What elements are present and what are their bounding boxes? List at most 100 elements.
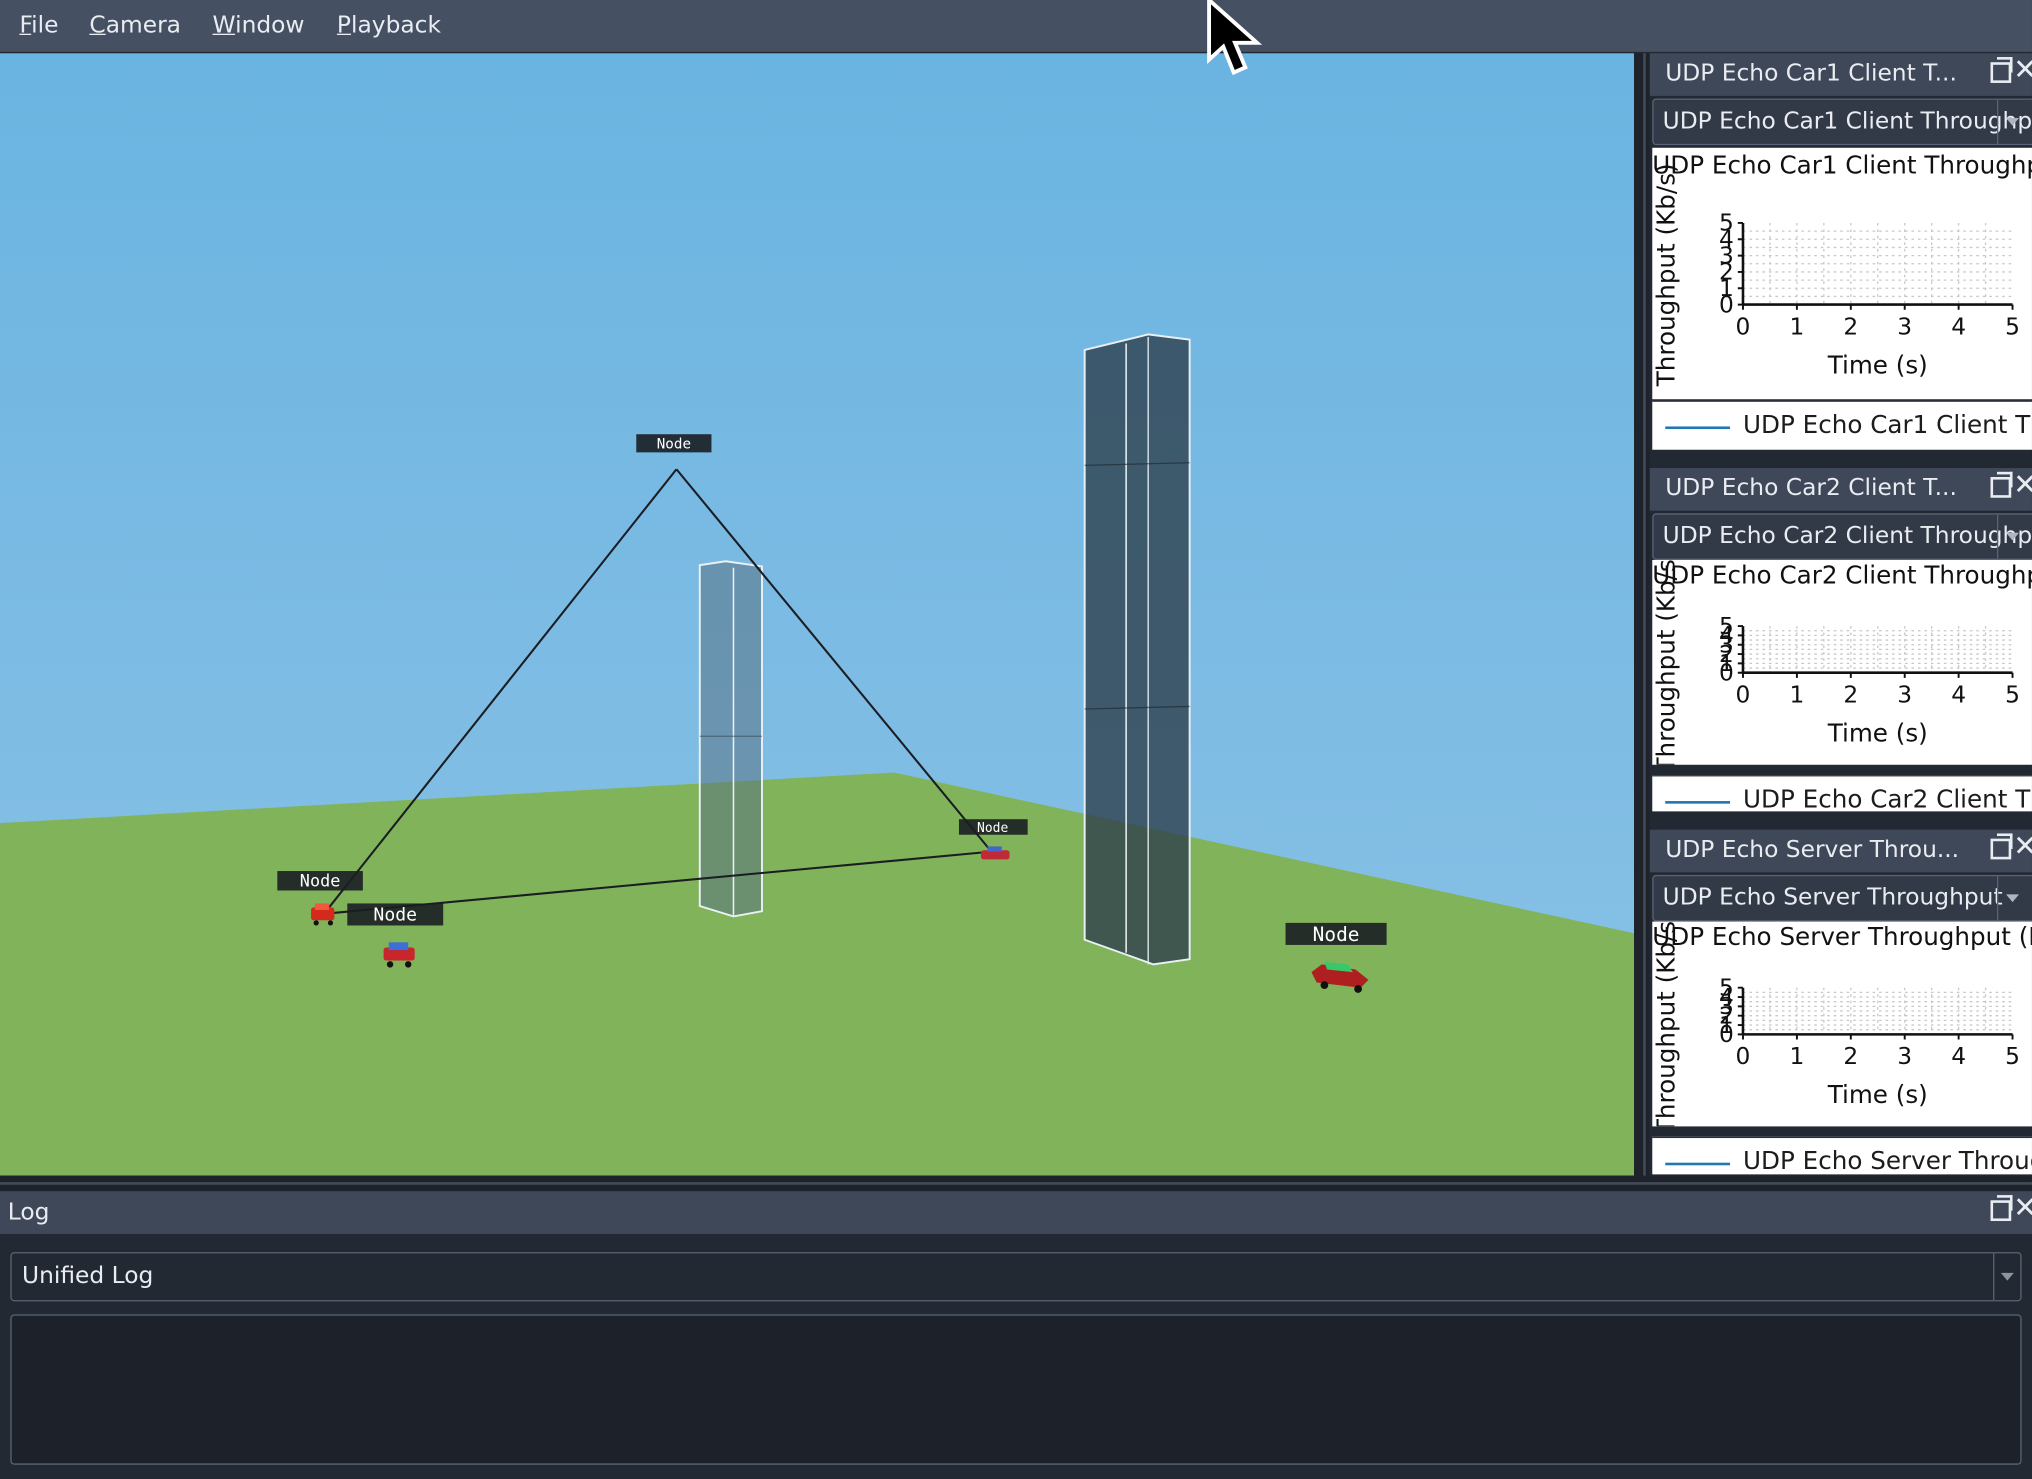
netsim-window: File Camera Window Playback Node Node No…	[0, 0, 2032, 1479]
throughput-plot[interactable]: UDP Echo Car1 Client Throughput ( 0 1 2 3 4 5…	[1652, 147, 2032, 400]
dock-title-bar[interactable]: UDP Echo Car2 Client T... ✕	[1649, 467, 2032, 511]
x-tick-label: 1	[1789, 682, 1804, 709]
log-output[interactable]	[10, 1314, 2022, 1465]
legend-line	[1665, 1162, 1731, 1166]
close-icon[interactable]: ✕	[2013, 54, 2032, 88]
y-axis-label: Throughput (Kb/s)	[1652, 560, 1680, 765]
series-selector-value: UDP Echo Car1 Client Throughput	[1662, 107, 2032, 135]
legend-label: UDP Echo Car1 Client Throughput	[1742, 410, 2032, 440]
x-tick-label: 3	[1897, 1043, 1912, 1070]
menu-camera[interactable]: Camera	[89, 12, 181, 39]
dock-car1-throughput: UDP Echo Car1 Client T... ✕ UDP Echo Car…	[1649, 53, 2032, 450]
series-selector[interactable]: UDP Echo Car2 Client Throughput	[1652, 513, 2032, 560]
plot-canvas: UDP Echo Car2 Client Throughput ( 0 1 2 3 4 5…	[1652, 560, 2032, 765]
y-axis-label: Throughput (Kb/s)	[1652, 163, 1680, 387]
float-icon[interactable]	[1990, 1195, 2013, 1222]
menu-playback-mnemonic: P	[336, 11, 352, 39]
y-tick-label: 5	[1719, 974, 1734, 1001]
plot-title: UDP Echo Car1 Client Throughput (	[1652, 151, 2032, 180]
plot-title: UDP Echo Car2 Client Throughput (	[1652, 560, 2032, 589]
node-label-mid[interactable]: Node	[958, 819, 1028, 836]
close-icon[interactable]: ✕	[2013, 469, 2032, 503]
menu-window[interactable]: Window	[213, 12, 305, 39]
dock-title-bar[interactable]: UDP Echo Car1 Client T... ✕	[1649, 53, 2032, 96]
chevron-down-icon[interactable]	[1993, 1253, 2020, 1301]
x-tick-label: 4	[1951, 313, 1966, 340]
menu-playback-label: layback	[351, 11, 442, 39]
chevron-down-icon[interactable]	[1996, 99, 2024, 144]
horizontal-splitter-line	[0, 1182, 2032, 1185]
menu-window-mnemonic: W	[212, 11, 236, 39]
plot-canvas: UDP Echo Server Throughput (RX 0 1 2 3 4 5012…	[1652, 922, 2032, 1127]
dock-title: UDP Echo Car1 Client T...	[1665, 59, 1957, 87]
scene-canvas[interactable]: Node Node Node Node Node	[0, 53, 1635, 1176]
x-tick-label: 0	[1736, 1043, 1751, 1070]
y-axis-label: Throughput (Kb/s)	[1652, 922, 1680, 1127]
float-icon[interactable]	[1990, 471, 2013, 498]
node-label-car1-text: Node	[300, 871, 341, 891]
x-tick-label: 3	[1897, 313, 1912, 340]
float-icon[interactable]	[1990, 57, 2013, 83]
node-label-top[interactable]: Node	[636, 434, 712, 452]
node-label-right[interactable]: Node	[1285, 922, 1387, 946]
dock-title: UDP Echo Server Throu...	[1665, 836, 1960, 864]
legend-line	[1665, 801, 1731, 804]
node-label-mid-text: Node	[977, 821, 1008, 836]
node-label-car2[interactable]: Node	[347, 903, 444, 926]
building-tall[interactable]	[1083, 333, 1191, 966]
building-small[interactable]	[698, 560, 763, 918]
plot-title: UDP Echo Server Throughput (RX	[1652, 922, 2032, 951]
dock-title-bar[interactable]: UDP Echo Server Throu... ✕	[1649, 829, 2032, 873]
throughput-plot[interactable]: UDP Echo Server Throughput (RX 012345012…	[1652, 921, 2032, 1127]
dock-title: UDP Echo Car2 Client T...	[1665, 474, 1957, 502]
log-selector-value: Unified Log	[22, 1262, 154, 1290]
x-axis-label: Time (s)	[1827, 350, 1928, 379]
x-tick-label: 3	[1897, 682, 1912, 709]
plot-canvas: UDP Echo Car1 Client Throughput ( 0 1 2 3 4 5…	[1652, 151, 2032, 388]
dock-server-throughput: UDP Echo Server Throu... ✕ UDP Echo Serv…	[1649, 829, 2032, 1175]
plot-legend: UDP Echo Car2 Client Throughput	[1652, 775, 2032, 812]
x-axis-label: Time (s)	[1827, 718, 1928, 747]
log-dock-title: Log	[7, 1198, 50, 1227]
x-tick-label: 1	[1789, 1043, 1804, 1070]
series-selector[interactable]: UDP Echo Car1 Client Throughput	[1652, 98, 2032, 146]
x-tick-label: 1	[1789, 313, 1804, 340]
legend-label: UDP Echo Car2 Client Throughput	[1742, 785, 2032, 812]
menu-playback[interactable]: Playback	[337, 12, 441, 39]
x-tick-label: 0	[1736, 313, 1751, 340]
menu-window-label: indow	[235, 11, 305, 39]
menu-camera-label: amera	[105, 11, 181, 39]
series-selector-value: UDP Echo Car2 Client Throughput	[1662, 522, 2032, 550]
x-tick-label: 5	[2005, 1043, 2020, 1070]
x-tick-label: 5	[2005, 313, 2020, 340]
x-tick-label: 4	[1951, 1043, 1966, 1070]
float-icon[interactable]	[1990, 833, 2013, 860]
throughput-plot[interactable]: UDP Echo Car2 Client Throughput ( 0 1 2 3 4 5…	[1652, 559, 2032, 765]
node-label-car1[interactable]: Node	[277, 871, 363, 891]
legend-label: UDP Echo Server Throughput	[1742, 1147, 2032, 1175]
x-tick-label: 2	[1843, 1043, 1858, 1070]
x-tick-label: 2	[1843, 682, 1858, 709]
series-selector[interactable]: UDP Echo Server Throughput	[1652, 874, 2032, 922]
dock-car2-throughput: UDP Echo Car2 Client T... ✕ UDP Echo Car…	[1649, 467, 2032, 812]
vertical-splitter-line	[1643, 53, 1646, 1176]
x-tick-label: 0	[1736, 682, 1751, 709]
scene-viewport[interactable]: Node Node Node Node Node	[0, 53, 1635, 1176]
series-selector-value: UDP Echo Server Throughput	[1662, 884, 2003, 912]
chevron-down-icon[interactable]	[1996, 876, 2024, 921]
x-axis-label: Time (s)	[1827, 1080, 1928, 1109]
vertical-splitter[interactable]	[1634, 53, 1650, 1176]
menu-file-mnemonic: F	[19, 11, 32, 39]
plot-legend: UDP Echo Server Throughput	[1652, 1136, 2032, 1175]
close-icon[interactable]: ✕	[2013, 831, 2032, 865]
legend-line	[1665, 426, 1731, 430]
close-icon[interactable]: ✕	[2013, 1193, 2032, 1227]
node-label-right-text: Node	[1313, 923, 1360, 946]
y-tick-label: 5	[1719, 210, 1734, 237]
node-label-car2-text: Node	[373, 904, 417, 925]
log-dock-title-bar[interactable]: Log ✕	[0, 1191, 2032, 1234]
x-tick-label: 4	[1951, 682, 1966, 709]
chevron-down-icon[interactable]	[1996, 514, 2024, 559]
menu-file[interactable]: File	[19, 12, 58, 39]
log-selector[interactable]: Unified Log	[10, 1252, 2022, 1302]
